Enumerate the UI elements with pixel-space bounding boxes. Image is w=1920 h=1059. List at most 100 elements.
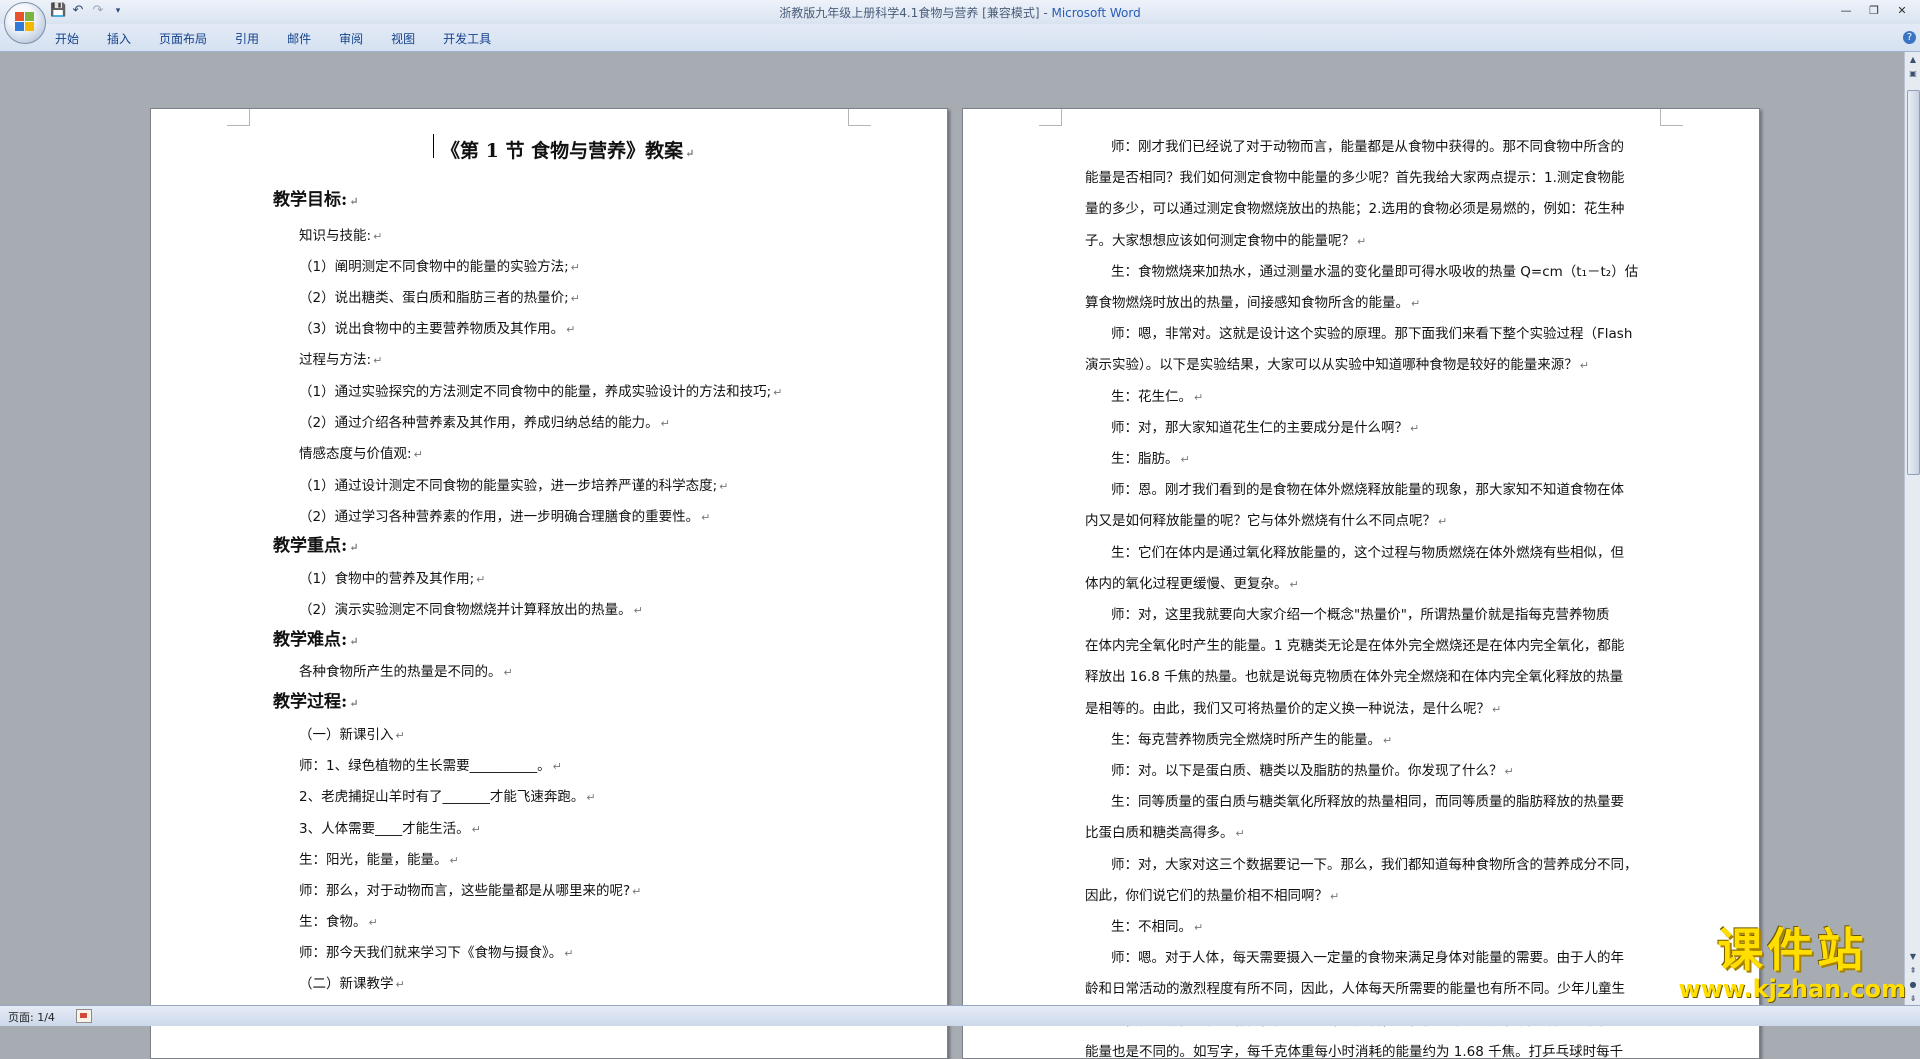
paragraph-mark: ↵ bbox=[471, 823, 481, 836]
ribbon-tab-bar: 开始 插入 页面布局 引用 邮件 审阅 视图 开发工具 ? bbox=[0, 24, 1920, 52]
document-name: 浙教版九年级上册科学4.1食物与营养 [兼容模式] bbox=[779, 6, 1040, 20]
scroll-down-icon[interactable]: ▼ bbox=[1907, 951, 1919, 963]
ribbon-tab[interactable]: 邮件 bbox=[287, 28, 311, 49]
paragraph-line: 3、人体需要____才能生活。 ↵ bbox=[299, 817, 481, 837]
line-text: （二）新课教学 bbox=[299, 976, 394, 992]
watermark-logo-text: 课件站 bbox=[1717, 923, 1868, 977]
line-text: （2）说出糖类、蛋白质和脂肪三者的热量价; bbox=[299, 290, 569, 306]
line-text: 生：同等质量的蛋白质与糖类氧化所释放的热量相同，而同等质量的脂肪释放的热量要 bbox=[1111, 794, 1624, 811]
paragraph-mark: ↵ bbox=[395, 729, 405, 742]
text-cursor bbox=[433, 134, 434, 158]
line-text: 生：花生仁。 bbox=[1111, 388, 1192, 405]
document-workspace: 《第 1 节 食物与营养》教案 ↵ 教学目标: ↵ 知识与技能: ↵ （1）阐明测定不同食物… bbox=[0, 52, 1904, 1059]
line-text: 子。大家想想应该如何测定食物中的能量呢？ bbox=[1085, 232, 1355, 249]
paragraph-line: 生：脂肪。 ↵ bbox=[1111, 447, 1190, 467]
paragraph-mark: ↵ bbox=[1194, 390, 1204, 404]
ribbon-tab[interactable]: 开始 bbox=[55, 28, 79, 49]
scrollbar-thumb[interactable] bbox=[1907, 90, 1920, 475]
paragraph-line: 生：每克营养物质完全燃烧时所产生的能量。 ↵ bbox=[1111, 728, 1392, 748]
line-text: （1）阐明测定不同食物中的能量的实验方法; bbox=[299, 259, 569, 275]
section-heading: 教学过程: ↵ bbox=[273, 687, 359, 712]
ribbon-tab[interactable]: 引用 bbox=[235, 28, 259, 49]
ribbon-tab[interactable]: 页面布局 bbox=[159, 28, 207, 49]
line-text: 生：不相同。 bbox=[1111, 919, 1192, 935]
line-text: 教学目标: bbox=[273, 190, 348, 210]
maximize-icon[interactable]: ❐ bbox=[1860, 2, 1888, 20]
paragraph-mark: ↵ bbox=[719, 480, 729, 493]
document-page-2[interactable]: 师：刚才我们已经说了对于动物而言，能量都是从食物中获得的。那不同食物中所含的能量… bbox=[962, 108, 1760, 1059]
office-button[interactable] bbox=[4, 2, 46, 44]
line-text: 师：刚才我们已经说了对于动物而言，能量都是从食物中获得的。那不同食物中所含的 bbox=[1111, 139, 1624, 155]
paragraph-mark: ↵ bbox=[1330, 889, 1340, 903]
paragraph-mark: ↵ bbox=[1235, 827, 1245, 841]
minimize-icon[interactable]: — bbox=[1832, 2, 1860, 20]
paragraph-mark: ↵ bbox=[633, 604, 643, 617]
line-text: 师：对，这里我就要向大家介绍一个概念"热量价"，所谓热量价就是指每克营养物质 bbox=[1111, 607, 1610, 623]
ribbon-tab[interactable]: 开发工具 bbox=[443, 28, 491, 49]
paragraph-mark: ↵ bbox=[1180, 453, 1190, 466]
paragraph-mark: ↵ bbox=[566, 323, 576, 336]
document-page-1[interactable]: 《第 1 节 食物与营养》教案 ↵ 教学目标: ↵ 知识与技能: ↵ （1）阐明测定不同食物… bbox=[150, 108, 948, 1059]
line-text: 体内的氧化过程更缓慢、更复杂。 bbox=[1085, 575, 1288, 592]
paragraph-line: 生：同等质量的蛋白质与糖类氧化所释放的热量相同，而同等质量的脂肪释放的热量要 bbox=[1111, 790, 1624, 810]
line-text: 是相等的。由此，我们又可将热量价的定义换一种说法，是什么呢？ bbox=[1085, 700, 1490, 717]
line-text: 师：那今天我们就来学习下《食物与摄食》。 bbox=[299, 945, 563, 961]
paragraph-line: 过程与方法: ↵ bbox=[299, 348, 382, 368]
page-count-status[interactable]: 页面: 1/4 bbox=[8, 1009, 55, 1025]
document-title-text: 《第 1 节 食物与营养》教案 bbox=[441, 140, 684, 162]
paragraph-line: 师：对，这里我就要向大家介绍一个概念"热量价"，所谓热量价就是指每克营养物质 bbox=[1111, 603, 1609, 623]
document-title: 《第 1 节 食物与营养》教案 ↵ bbox=[441, 136, 694, 163]
paragraph-mark: ↵ bbox=[349, 195, 359, 208]
paragraph-mark: ↵ bbox=[349, 541, 359, 554]
paragraph-line: 龄和日常活动的激烈程度有所不同，因此，人体每天所需要的能量也有所不同。少年儿童生 bbox=[1085, 977, 1625, 997]
line-text: 生：脂肪。 bbox=[1111, 451, 1179, 467]
scroll-up-icon[interactable]: ▲ bbox=[1907, 54, 1919, 66]
paragraph-line: 算食物燃烧时放出的热量，间接感知食物所含的能量。 ↵ bbox=[1085, 291, 1420, 311]
proofing-status-icon[interactable] bbox=[76, 1009, 92, 1023]
paragraph-line: 内又是如何释放能量的呢？它与体外燃烧有什么不同点呢？ ↵ bbox=[1085, 509, 1447, 529]
margin-corner-mark bbox=[227, 109, 250, 126]
paragraph-line: （2）说出糖类、蛋白质和脂肪三者的热量价; ↵ bbox=[299, 286, 580, 306]
line-text: 师：那么，对于动物而言，这些能量都是从哪里来的呢? bbox=[299, 883, 631, 899]
line-text: 师：嗯，非常对。这就是设计这个实验的原理。那下面我们来看下整个实验过程（Flas… bbox=[1111, 326, 1633, 343]
ribbon-tab[interactable]: 审阅 bbox=[339, 28, 363, 49]
paragraph-line: （2）演示实验测定不同食物燃烧并计算释放出的热量。 ↵ bbox=[299, 598, 643, 618]
ruler-toggle-icon[interactable]: ▣ bbox=[1907, 68, 1919, 80]
paragraph-mark: ↵ bbox=[685, 147, 695, 160]
ribbon-tab[interactable]: 视图 bbox=[391, 28, 415, 49]
office-logo-icon bbox=[15, 12, 35, 32]
paragraph-line: 情感态度与价值观: ↵ bbox=[299, 442, 423, 462]
paragraph-line: 师：对，大家对这三个数据要记一下。那么，我们都知道每种食物所含的营养成分不同， bbox=[1111, 853, 1638, 873]
line-text: 能量是否相同？我们如何测定食物中能量的多少呢？首先我给大家两点提示：1.测定食物… bbox=[1085, 170, 1625, 187]
help-icon[interactable]: ? bbox=[1903, 31, 1916, 44]
paragraph-mark: ↵ bbox=[1504, 765, 1514, 778]
title-separator: - bbox=[1039, 6, 1052, 20]
paragraph-line: 师：对，那大家知道花生仁的主要成分是什么啊？ ↵ bbox=[1111, 416, 1419, 436]
line-text: 龄和日常活动的激烈程度有所不同，因此，人体每天所需要的能量也有所不同。少年儿童生 bbox=[1085, 981, 1625, 998]
line-text: （2）通过学习各种营养素的作用，进一步明确合理膳食的重要性。 bbox=[299, 509, 700, 525]
app-name: Microsoft Word bbox=[1051, 6, 1141, 20]
line-text: 生：阳光，能量，能量。 bbox=[299, 852, 448, 868]
paragraph-line: 演示实验）。以下是实验结果，大家可以从实验中知道哪种食物是较好的能量来源？ ↵ bbox=[1085, 353, 1589, 373]
paragraph-mark: ↵ bbox=[503, 666, 513, 679]
paragraph-line: 师：恩。刚才我们看到的是食物在体外燃烧释放能量的现象，那大家知不知道食物在体 bbox=[1111, 478, 1624, 498]
paragraph-mark: ↵ bbox=[552, 760, 562, 773]
next-page-icon[interactable]: ⇟ bbox=[1907, 993, 1919, 1005]
line-text: 量的多少，可以通过测定食物燃烧放出的热能；2.选用的食物必须是易燃的，例如：花生… bbox=[1085, 201, 1625, 218]
ribbon-tab[interactable]: 插入 bbox=[107, 28, 131, 49]
paragraph-mark: ↵ bbox=[349, 635, 359, 648]
vertical-scrollbar[interactable]: ▲ ▣ ▼ ⇞ ● ⇟ bbox=[1904, 52, 1920, 1005]
title-bar: 💾 ↶ ↷ ▾ 浙教版九年级上册科学4.1食物与营养 [兼容模式] - Micr… bbox=[0, 0, 1920, 44]
line-text: 师：1、绿色植物的生长需要__________。 bbox=[299, 758, 551, 774]
line-text: 内又是如何释放能量的呢？它与体外燃烧有什么不同点呢？ bbox=[1085, 513, 1436, 530]
line-text: 师：恩。刚才我们看到的是食物在体外燃烧释放能量的现象，那大家知不知道食物在体 bbox=[1111, 482, 1624, 499]
paragraph-mark: ↵ bbox=[660, 417, 670, 430]
previous-page-icon[interactable]: ⇞ bbox=[1907, 965, 1919, 977]
paragraph-mark: ↵ bbox=[773, 386, 783, 399]
status-bar: 页面: 1/4 bbox=[0, 1005, 1920, 1026]
paragraph-mark: ↵ bbox=[373, 230, 383, 243]
close-icon[interactable]: ✕ bbox=[1888, 2, 1916, 20]
select-browse-object-icon[interactable]: ● bbox=[1907, 979, 1919, 991]
line-text: （3）说出食物中的主要营养物质及其作用。 bbox=[299, 321, 565, 337]
paragraph-mark: ↵ bbox=[570, 292, 580, 305]
